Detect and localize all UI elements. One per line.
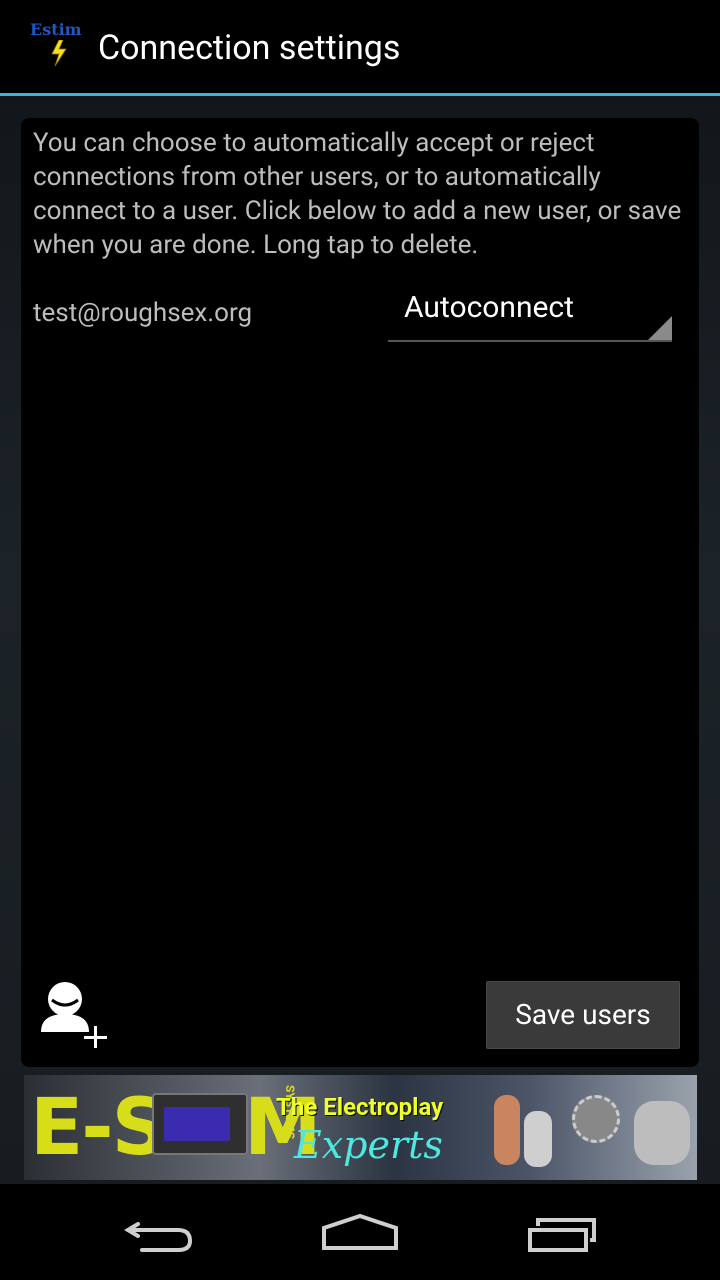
app-logo-text: Estim [30,20,82,39]
recent-apps-button[interactable] [492,1184,632,1280]
connection-mode-value: Autoconnect [404,290,574,325]
info-text: You can choose to automatically accept o… [33,128,682,260]
add-user-icon [41,982,107,1048]
home-icon [322,1213,398,1250]
system-navigation-bar [0,1184,720,1280]
back-icon [124,1222,193,1252]
connection-mode-spinner[interactable]: Autoconnect [388,286,672,342]
app-logo: Estim [30,20,86,70]
lightning-icon [51,40,67,66]
device-image [152,1093,248,1155]
banner-tagline: The Electroplay [276,1093,444,1121]
user-email[interactable]: test@roughsex.org [33,296,252,330]
add-user-button[interactable] [38,980,112,1052]
back-button[interactable] [90,1184,230,1280]
spinner-arrow-icon [648,316,672,340]
save-users-button[interactable]: Save users [486,981,680,1049]
page-title: Connection settings [98,28,401,68]
action-bar: Estim Connection settings [0,0,720,96]
ad-banner[interactable]: E-STIM SYSTEMS The Electroplay Experts [24,1075,697,1180]
banner-experts: Experts [294,1123,443,1167]
guarantee-badge [572,1095,620,1143]
product-image [634,1101,690,1165]
recent-apps-icon [528,1218,596,1252]
product-image [494,1095,520,1165]
product-image [524,1111,552,1167]
home-button[interactable] [290,1184,430,1280]
